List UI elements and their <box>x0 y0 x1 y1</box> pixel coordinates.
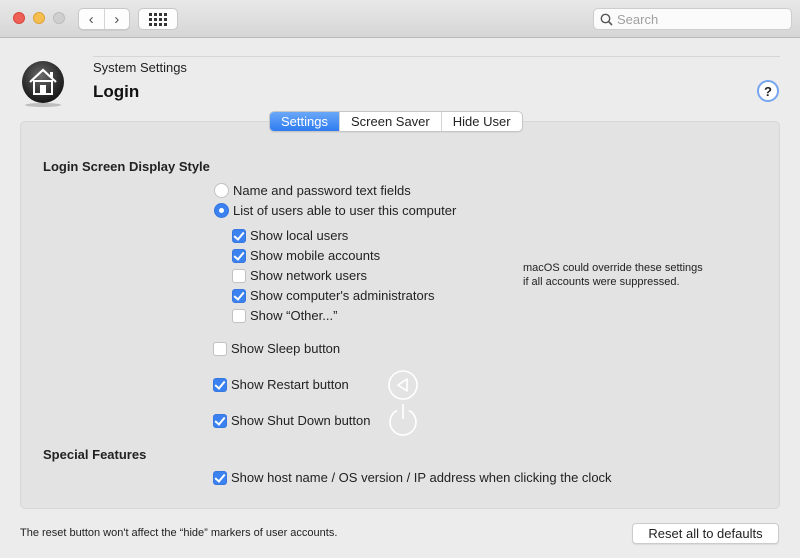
checkbox[interactable] <box>213 377 227 392</box>
checkbox[interactable] <box>213 341 227 356</box>
reset-defaults-button[interactable]: Reset all to defaults <box>632 523 779 544</box>
checkbox-mobile-accounts[interactable]: Show mobile accounts <box>232 248 380 263</box>
checkbox-other[interactable]: Show “Other...” <box>232 308 337 323</box>
checkbox-local-users[interactable]: Show local users <box>232 228 348 243</box>
navigation-buttons: ‹ › <box>78 8 130 30</box>
zoom-window-button[interactable] <box>53 12 65 24</box>
checkbox[interactable] <box>232 308 246 323</box>
checkbox-host-info[interactable]: Show host name / OS version / IP address… <box>213 470 612 485</box>
radio-button[interactable] <box>214 183 229 198</box>
search-icon <box>600 13 613 26</box>
checkbox-label: Show computer's administrators <box>250 288 435 303</box>
shutdown-icon <box>389 404 417 436</box>
search-field[interactable] <box>593 8 792 30</box>
search-input[interactable] <box>617 11 787 27</box>
chevron-left-icon: ‹ <box>88 10 94 28</box>
footer-note: The reset button won't affect the “hide”… <box>20 527 338 539</box>
checkbox[interactable] <box>213 470 227 485</box>
header-divider <box>93 56 780 57</box>
checkbox[interactable] <box>232 268 246 283</box>
checkbox-label: Show local users <box>250 228 349 243</box>
show-all-button[interactable] <box>138 8 178 30</box>
close-window-button[interactable] <box>13 12 25 24</box>
tab-hide-user[interactable]: Hide User <box>440 112 522 131</box>
checkbox[interactable] <box>213 413 227 428</box>
checkbox-label: Show Restart button <box>231 377 349 392</box>
note-line: if all accounts were suppressed. <box>523 276 680 288</box>
back-button[interactable]: ‹ <box>79 9 104 29</box>
page-title: Login <box>93 82 140 101</box>
radio-button[interactable] <box>214 203 229 218</box>
tab-bar: Settings Screen Saver Hide User <box>269 111 523 132</box>
checkbox-network-users[interactable]: Show network users <box>232 268 367 283</box>
checkbox-label: Show “Other...” <box>250 308 338 323</box>
chevron-right-icon: › <box>114 10 120 28</box>
override-note: macOS could override these settings if a… <box>523 261 703 289</box>
special-features-heading: Special Features <box>43 447 147 462</box>
radio-list-users[interactable]: List of users able to user this computer <box>214 203 456 218</box>
minimize-window-button[interactable] <box>33 12 45 24</box>
grid-icon <box>149 12 167 26</box>
checkbox[interactable] <box>232 228 246 243</box>
checkbox-label: Show mobile accounts <box>250 248 381 263</box>
radio-label: List of users able to user this computer <box>233 203 457 218</box>
note-line: macOS could override these settings <box>523 262 703 274</box>
radio-label: Name and password text fields <box>233 183 411 198</box>
checkbox-label: Show Sleep button <box>231 341 341 356</box>
checkbox-label: Show Shut Down button <box>231 413 371 428</box>
checkbox-shutdown-button[interactable]: Show Shut Down button <box>213 413 370 428</box>
checkbox-label: Show network users <box>250 268 368 283</box>
checkbox[interactable] <box>232 248 246 263</box>
restart-icon <box>388 370 418 400</box>
question-icon: ? <box>764 83 772 99</box>
window-titlebar: ‹ › <box>0 0 800 38</box>
tab-settings[interactable]: Settings <box>270 112 339 131</box>
home-icon <box>22 61 64 107</box>
radio-name-password[interactable]: Name and password text fields <box>214 183 411 198</box>
tab-screen-saver[interactable]: Screen Saver <box>338 112 441 131</box>
breadcrumb: System Settings <box>93 60 187 75</box>
forward-button[interactable]: › <box>103 9 130 29</box>
checkbox-label: Show host name / OS version / IP address… <box>231 470 612 485</box>
checkbox-administrators[interactable]: Show computer's administrators <box>232 288 435 303</box>
help-button[interactable]: ? <box>757 80 779 102</box>
display-style-heading: Login Screen Display Style <box>43 159 210 174</box>
checkbox-restart-button[interactable]: Show Restart button <box>213 377 349 392</box>
checkbox-sleep-button[interactable]: Show Sleep button <box>213 341 340 356</box>
checkbox[interactable] <box>232 288 246 303</box>
